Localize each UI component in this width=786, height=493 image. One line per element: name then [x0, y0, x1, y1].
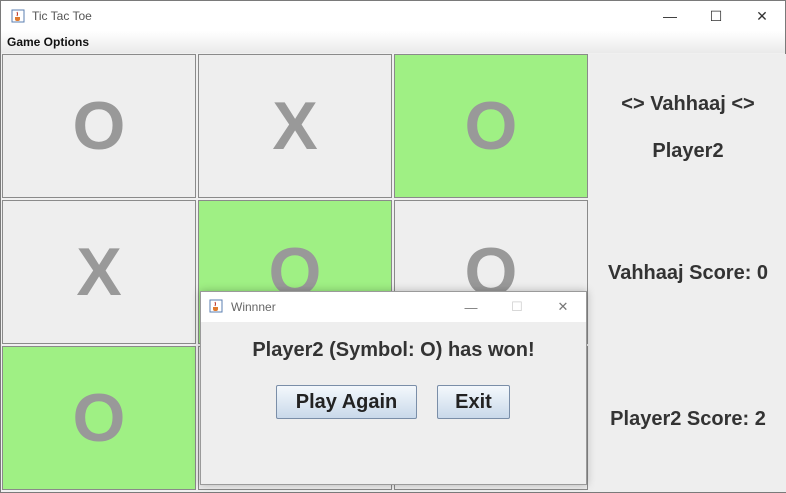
cell-3[interactable]: X	[2, 200, 196, 344]
current-turn-label: <> Vahhaaj <>	[621, 93, 755, 115]
title-bar[interactable]: Tic Tac Toe — ☐ ✕	[1, 1, 785, 31]
current-player-label: Player2	[652, 140, 724, 162]
dialog-title-bar[interactable]: Winnner — ☐ ✕	[201, 292, 586, 322]
winner-dialog: Winnner — ☐ ✕ Player2 (Symbol: O) has wo…	[200, 291, 587, 485]
player2-score: Player2 Score: 2	[610, 408, 766, 430]
menu-game-options[interactable]: Game Options	[7, 35, 89, 49]
java-cup-icon	[11, 9, 25, 23]
cell-2[interactable]: O	[394, 54, 588, 198]
java-cup-icon	[209, 299, 223, 313]
exit-button[interactable]: Exit	[437, 385, 510, 419]
minimize-icon: —	[464, 299, 478, 315]
close-button[interactable]: ✕	[739, 1, 785, 31]
window-title: Tic Tac Toe	[32, 9, 92, 23]
cell-1[interactable]: X	[198, 54, 392, 198]
play-again-button[interactable]: Play Again	[276, 385, 417, 419]
close-icon: ✕	[557, 299, 569, 314]
score-panel: <> Vahhaaj <> Player2 Vahhaaj Score: 0 P…	[590, 54, 786, 492]
dialog-close-button[interactable]: ✕	[541, 292, 585, 322]
maximize-icon: ☐	[709, 7, 723, 24]
dialog-title: Winnner	[231, 300, 276, 314]
menu-bar: Game Options	[1, 31, 785, 53]
winner-message: Player2 (Symbol: O) has won!	[252, 339, 535, 361]
close-icon: ✕	[756, 7, 768, 24]
maximize-icon: ☐	[511, 299, 523, 314]
dialog-minimize-button[interactable]: —	[449, 292, 493, 322]
player1-score: Vahhaaj Score: 0	[607, 262, 769, 284]
minimize-button[interactable]: —	[647, 1, 693, 31]
maximize-button[interactable]: ☐	[693, 1, 739, 31]
cell-6[interactable]: O	[2, 346, 196, 490]
dialog-maximize-button: ☐	[495, 292, 539, 322]
cell-0[interactable]: O	[2, 54, 196, 198]
minimize-icon: —	[663, 8, 677, 24]
